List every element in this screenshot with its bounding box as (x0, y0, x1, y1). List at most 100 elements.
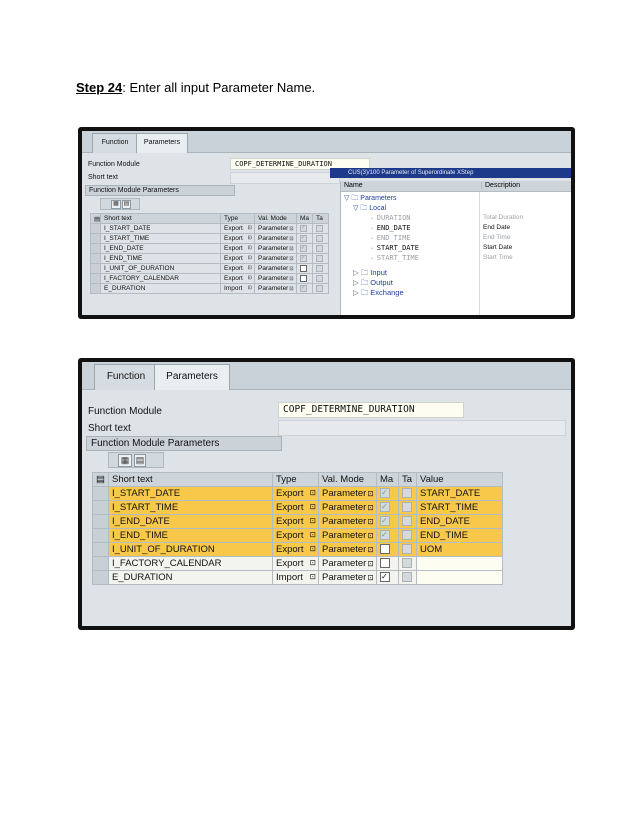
param-val-mode[interactable]: Parameter⊡ (254, 223, 297, 234)
dropdown-icon[interactable]: ⊡ (367, 559, 373, 568)
dropdown-icon[interactable]: ⊡ (248, 245, 252, 251)
transfer-checkbox[interactable] (316, 254, 323, 262)
transfer-checkbox[interactable] (402, 544, 412, 555)
dropdown-icon[interactable]: ⊡ (367, 545, 373, 554)
param-value[interactable]: UOM (416, 542, 503, 557)
param-val-mode[interactable]: Parameter⊡ (318, 500, 377, 515)
param-name[interactable]: I_FACTORY_CALENDAR (100, 273, 221, 284)
transfer-checkbox[interactable] (402, 516, 412, 527)
dropdown-icon[interactable]: ⊡ (367, 503, 373, 512)
table-row[interactable]: I_END_DATE Export ⊡ Parameter⊡ ✓ END_DATE (92, 514, 503, 529)
transfer-checkbox[interactable] (316, 274, 323, 282)
expand-icon[interactable]: ▷ (353, 278, 359, 287)
row-selector[interactable] (90, 273, 101, 284)
param-val-mode[interactable]: Parameter⊡ (318, 570, 377, 585)
dropdown-icon[interactable]: ⊡ (289, 276, 293, 282)
dropdown-icon[interactable]: ⊡ (367, 531, 373, 540)
param-type[interactable]: Export ⊡ (220, 253, 255, 264)
mandatory-checkbox[interactable] (300, 264, 307, 272)
param-name[interactable]: I_START_DATE (100, 223, 221, 234)
dropdown-icon[interactable]: ⊡ (248, 255, 252, 261)
toolbar-save-button[interactable]: ▤ (122, 200, 131, 209)
param-type[interactable]: Export ⊡ (220, 223, 255, 234)
select-all-icon-2[interactable]: ▤ (92, 472, 109, 487)
select-all-icon[interactable]: ▤ (90, 213, 101, 224)
table-row[interactable]: I_UNIT_OF_DURATION Export ⊡ Parameter⊡ (90, 263, 329, 274)
row-selector[interactable] (90, 223, 101, 234)
mandatory-checkbox[interactable]: ✓ (300, 244, 307, 252)
table-row[interactable]: I_FACTORY_CALENDAR Export ⊡ Parameter⊡ (92, 556, 503, 571)
toolbar-layout-button[interactable]: ▦ (111, 200, 121, 209)
toolbar-save-button-2[interactable]: ▤ (134, 454, 146, 467)
param-val-mode[interactable]: Parameter⊡ (254, 233, 297, 244)
mandatory-checkbox[interactable]: ✓ (300, 284, 307, 292)
short-text-field-2[interactable] (278, 420, 566, 436)
param-val-mode[interactable]: Parameter⊡ (254, 273, 297, 284)
dropdown-icon[interactable]: ⊡ (289, 246, 293, 252)
param-type[interactable]: Export ⊡ (272, 486, 319, 501)
param-name[interactable]: I_FACTORY_CALENDAR (108, 556, 273, 571)
mandatory-checkbox[interactable]: ✓ (300, 224, 307, 232)
transfer-checkbox[interactable] (402, 572, 412, 583)
dropdown-icon[interactable]: ⊡ (310, 530, 316, 539)
table-row[interactable]: I_END_DATE Export ⊡ Parameter⊡ ✓ (90, 243, 329, 254)
param-val-mode[interactable]: Parameter⊡ (318, 528, 377, 543)
table-row[interactable]: I_END_TIME Export ⊡ Parameter⊡ ✓ (90, 253, 329, 264)
param-name[interactable]: I_START_TIME (100, 233, 221, 244)
param-type[interactable]: Export ⊡ (272, 556, 319, 571)
short-text-field[interactable] (230, 172, 340, 184)
param-value[interactable]: START_TIME (416, 500, 503, 515)
dropdown-icon[interactable]: ⊡ (289, 226, 293, 232)
mandatory-checkbox[interactable] (380, 558, 390, 569)
tree-item[interactable]: ▫ END_DATE (371, 224, 411, 232)
dropdown-icon[interactable]: ⊡ (367, 517, 373, 526)
table-row[interactable]: I_START_TIME Export ⊡ Parameter⊡ ✓ START_TIME (92, 500, 503, 515)
row-selector[interactable] (92, 486, 109, 501)
mandatory-checkbox[interactable]: ✓ (380, 488, 390, 499)
expand-icon[interactable]: ▷ (353, 268, 359, 277)
transfer-checkbox[interactable] (316, 234, 323, 242)
param-val-mode[interactable]: Parameter⊡ (318, 514, 377, 529)
table-row[interactable]: I_FACTORY_CALENDAR Export ⊡ Parameter⊡ (90, 273, 329, 284)
row-selector[interactable] (90, 283, 101, 294)
table-row[interactable]: I_START_DATE Export ⊡ Parameter⊡ ✓ START_DATE (92, 486, 503, 501)
table-row[interactable]: I_START_TIME Export ⊡ Parameter⊡ ✓ (90, 233, 329, 244)
dropdown-icon[interactable]: ⊡ (310, 516, 316, 525)
param-value[interactable]: END_DATE (416, 514, 503, 529)
tree-folder[interactable]: ▷ 🗀 Exchange (353, 287, 404, 300)
param-val-mode[interactable]: Parameter⊡ (254, 263, 297, 274)
dropdown-icon[interactable]: ⊡ (248, 225, 252, 231)
tab-function-2[interactable]: Function (94, 364, 158, 390)
dropdown-icon[interactable]: ⊡ (248, 275, 252, 281)
param-type[interactable]: Export ⊡ (272, 500, 319, 515)
param-val-mode[interactable]: Parameter⊡ (254, 283, 297, 294)
table-row[interactable]: I_END_TIME Export ⊡ Parameter⊡ ✓ END_TIME (92, 528, 503, 543)
mandatory-checkbox[interactable]: ✓ (380, 516, 390, 527)
param-type[interactable]: Export ⊡ (220, 243, 255, 254)
dropdown-icon[interactable]: ⊡ (310, 502, 316, 511)
dropdown-icon[interactable]: ⊡ (367, 573, 373, 582)
dropdown-icon[interactable]: ⊡ (289, 286, 293, 292)
tab-parameters[interactable]: Parameters (136, 133, 188, 153)
param-type[interactable]: Export ⊡ (220, 273, 255, 284)
tree-item[interactable]: ▫ START_TIME (371, 254, 419, 262)
row-selector[interactable] (90, 243, 101, 254)
row-selector[interactable] (90, 253, 101, 264)
mandatory-checkbox[interactable]: ✓ (380, 530, 390, 541)
param-name[interactable]: I_END_TIME (108, 528, 273, 543)
tab-function[interactable]: Function (92, 133, 138, 153)
toolbar-layout-button-2[interactable]: ▦ (118, 454, 132, 467)
tab-parameters-2[interactable]: Parameters (154, 364, 230, 390)
param-val-mode[interactable]: Parameter⊡ (254, 253, 297, 264)
param-name[interactable]: I_END_TIME (100, 253, 221, 264)
param-type[interactable]: Export ⊡ (220, 263, 255, 274)
param-value[interactable]: START_DATE (416, 486, 503, 501)
param-name[interactable]: I_UNIT_OF_DURATION (100, 263, 221, 274)
transfer-checkbox[interactable] (316, 244, 323, 252)
dropdown-icon[interactable]: ⊡ (289, 256, 293, 262)
param-name[interactable]: I_END_DATE (100, 243, 221, 254)
row-selector[interactable] (92, 542, 109, 557)
param-value[interactable]: END_TIME (416, 528, 503, 543)
dropdown-icon[interactable]: ⊡ (289, 236, 293, 242)
row-selector[interactable] (92, 556, 109, 571)
